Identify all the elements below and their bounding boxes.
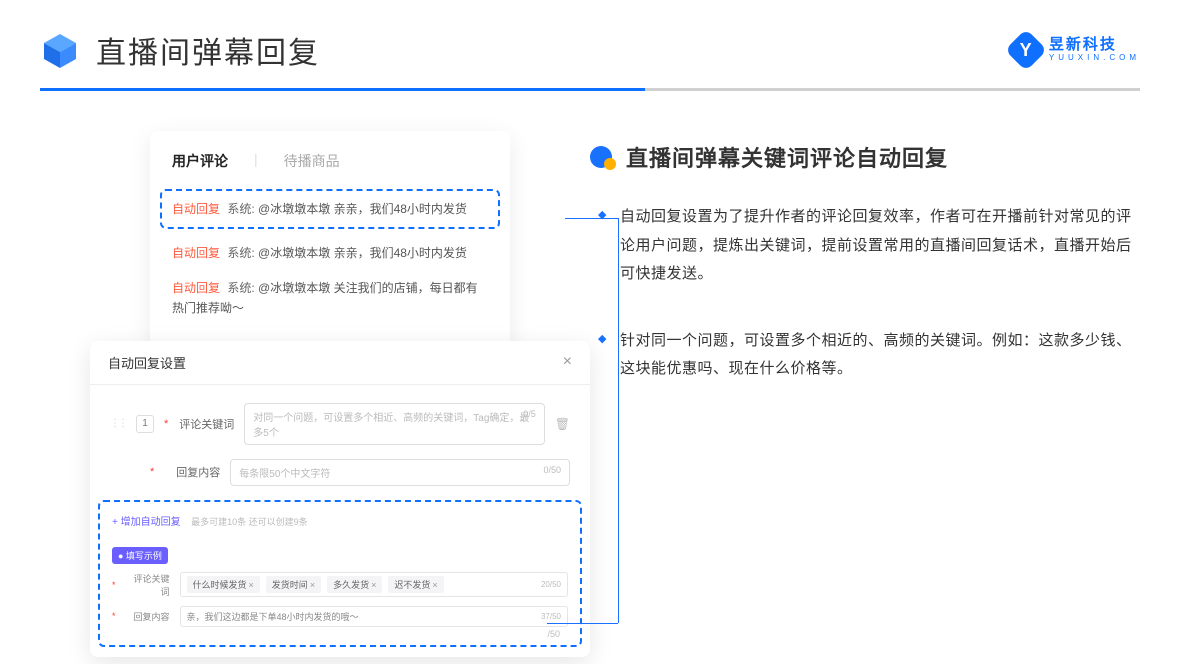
tab-user-comments[interactable]: 用户评论 xyxy=(172,151,228,171)
bullet-item: 自动回复设置为了提升作者的评论回复效率，作者可在开播前针对常见的评论用户问题，提… xyxy=(620,203,1140,289)
settings-body: ⋮⋮ 1 * 评论关键词 对同一个问题，可设置多个相近、高频的关键词，Tag确定… xyxy=(90,385,590,657)
brand-name-en: YUUXIN.COM xyxy=(1049,54,1140,63)
close-icon[interactable]: × xyxy=(563,353,572,371)
header-left: 直播间弹幕回复 xyxy=(40,28,320,72)
brand-icon: Y xyxy=(1005,29,1047,71)
ex-keyword-counter: 20/50 xyxy=(541,580,561,589)
bullet-list: 自动回复设置为了提升作者的评论回复效率，作者可在开播前针对常见的评论用户问题，提… xyxy=(590,203,1140,384)
settings-header: 自动回复设置 × xyxy=(90,341,590,385)
right-panel: 直播间弹幕关键词评论自动回复 自动回复设置为了提升作者的评论回复效率，作者可在开… xyxy=(590,131,1140,657)
add-auto-reply-link[interactable]: + 增加自动回复 xyxy=(112,513,181,528)
label-keyword: 评论关键词 xyxy=(178,416,234,432)
system-label: 系统: xyxy=(227,202,254,216)
left-panel: 用户评论 | 待播商品 自动回复 系统: @冰墩墩本墩 亲亲，我们48小时内发货… xyxy=(90,131,530,657)
tag-pill[interactable]: 发货时间× xyxy=(266,576,321,593)
content-area: 用户评论 | 待播商品 自动回复 系统: @冰墩墩本墩 亲亲，我们48小时内发货… xyxy=(0,91,1180,657)
example-row-keyword: * 评论关键词 什么时候发货× 发货时间× 多久发货× 迟不发货× 20/50 xyxy=(112,572,568,598)
label-content: 回复内容 xyxy=(164,464,220,480)
ex-label-content: 回复内容 xyxy=(126,610,170,623)
form-row-keyword: ⋮⋮ 1 * 评论关键词 对同一个问题，可设置多个相近、高频的关键词，Tag确定… xyxy=(110,403,570,445)
brand-name-cn: 昱新科技 xyxy=(1049,37,1140,54)
content-counter: 0/50 xyxy=(543,465,561,475)
example-keyword-input[interactable]: 什么时候发货× 发货时间× 多久发货× 迟不发货× 20/50 xyxy=(180,572,568,597)
tab-pending-goods[interactable]: 待播商品 xyxy=(284,151,340,171)
reply-item: 自动回复 系统: @冰墩墩本墩 关注我们的店铺，每日都有热门推荐呦～ xyxy=(172,278,488,319)
tag-pill[interactable]: 什么时候发货× xyxy=(187,576,260,593)
tag-pill[interactable]: 迟不发货× xyxy=(388,576,443,593)
section-title-row: 直播间弹幕关键词评论自动回复 xyxy=(590,141,1140,173)
page-title: 直播间弹幕回复 xyxy=(96,28,320,72)
tag-pill[interactable]: 多久发货× xyxy=(327,576,382,593)
tab-divider: | xyxy=(254,151,258,171)
auto-reply-label: 自动回复 xyxy=(172,246,220,260)
add-hint: 最多可建10条 还可以创建9条 xyxy=(191,517,308,527)
system-label: 系统: xyxy=(227,246,254,260)
settings-card: 自动回复设置 × ⋮⋮ 1 * 评论关键词 对同一个问题，可设置多个相近、高频的… xyxy=(90,341,590,657)
settings-title: 自动回复设置 xyxy=(108,353,186,372)
required-star: * xyxy=(112,580,116,590)
auto-reply-label: 自动回复 xyxy=(172,202,220,216)
page-header: 直播间弹幕回复 Y 昱新科技 YUUXIN.COM xyxy=(0,0,1180,88)
reply-text: @冰墩墩本墩 亲亲，我们48小时内发货 xyxy=(258,202,467,216)
keyword-input[interactable]: 对同一个问题，可设置多个相近、高频的关键词，Tag确定，最多5个 0/5 xyxy=(244,403,544,445)
example-row-content: * 回复内容 亲，我们这边都是下单48小时内发货的哦～ 37/50 xyxy=(112,606,568,627)
required-star: * xyxy=(164,418,168,430)
row-number: 1 xyxy=(136,415,154,433)
comments-card: 用户评论 | 待播商品 自动回复 系统: @冰墩墩本墩 亲亲，我们48小时内发货… xyxy=(150,131,510,353)
example-content-input[interactable]: 亲，我们这边都是下单48小时内发货的哦～ 37/50 xyxy=(180,606,568,627)
ex-content-counter: 37/50 xyxy=(541,612,561,621)
reply-text: @冰墩墩本墩 亲亲，我们48小时内发货 xyxy=(258,246,467,260)
system-label: 系统: xyxy=(227,281,254,295)
stray-counter: /50 xyxy=(547,629,560,639)
trash-icon[interactable]: 🗑 xyxy=(555,417,570,431)
brand-logo: Y 昱新科技 YUUXIN.COM xyxy=(1011,35,1140,65)
cube-icon xyxy=(40,30,80,70)
keyword-counter: 0/5 xyxy=(523,409,536,419)
content-input[interactable]: 每条限50个中文字符 0/50 xyxy=(230,459,570,486)
reply-item: 自动回复 系统: @冰墩墩本墩 亲亲，我们48小时内发货 xyxy=(172,243,488,263)
bullet-item: 针对同一个问题，可设置多个相近的、高频的关键词。例如：这款多少钱、这块能优惠吗、… xyxy=(620,327,1140,384)
required-star: * xyxy=(150,466,154,478)
connector-line xyxy=(618,218,619,623)
bubble-icon xyxy=(590,146,616,168)
drag-handle-icon[interactable]: ⋮⋮ xyxy=(110,418,126,429)
connector-line xyxy=(547,623,618,624)
required-star: * xyxy=(112,611,116,621)
connector-line xyxy=(565,218,618,219)
section-heading: 直播间弹幕关键词评论自动回复 xyxy=(626,141,948,173)
example-badge: ● 填写示例 xyxy=(112,547,168,564)
example-section: + 增加自动回复 最多可建10条 还可以创建9条 ● 填写示例 * 评论关键词 … xyxy=(98,500,582,647)
highlighted-reply: 自动回复 系统: @冰墩墩本墩 亲亲，我们48小时内发货 xyxy=(160,189,500,229)
form-row-content: * 回复内容 每条限50个中文字符 0/50 xyxy=(110,459,570,486)
auto-reply-label: 自动回复 xyxy=(172,281,220,295)
ex-label-keyword: 评论关键词 xyxy=(126,572,170,598)
tabs: 用户评论 | 待播商品 xyxy=(172,151,488,171)
